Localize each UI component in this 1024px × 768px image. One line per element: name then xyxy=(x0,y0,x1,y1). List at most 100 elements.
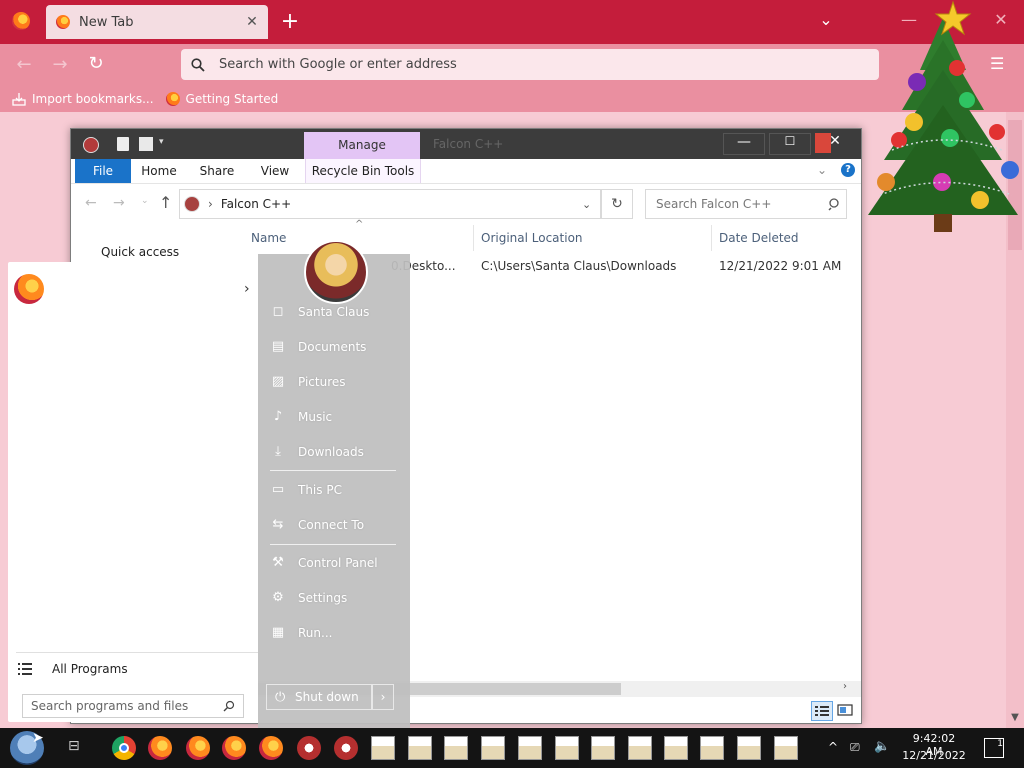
start-link-pictures[interactable]: ▨ Pictures xyxy=(270,370,346,394)
taskbar-app-icon[interactable] xyxy=(737,736,761,760)
control-panel-icon: ⚒ xyxy=(272,555,284,570)
taskbar-app-icon[interactable] xyxy=(371,736,395,760)
taskbar-firefox-icon[interactable] xyxy=(259,736,283,760)
up-one-level-button[interactable]: ↑ xyxy=(159,193,172,212)
jump-list-arrow-icon[interactable]: › xyxy=(244,281,258,297)
taskbar-firefox-icon[interactable] xyxy=(222,736,246,760)
taskbar-firefox-icon[interactable] xyxy=(186,736,210,760)
tab-close-icon[interactable]: ✕ xyxy=(242,14,262,30)
breadcrumb[interactable]: Falcon C++ xyxy=(221,197,582,211)
taskbar-falcon-icon[interactable] xyxy=(297,736,321,760)
falcon-app-icon[interactable] xyxy=(83,137,99,153)
explorer-back-button[interactable]: ← xyxy=(85,195,97,211)
breadcrumb-separator-icon[interactable]: › xyxy=(208,197,213,211)
explorer-minimize-button[interactable]: — xyxy=(723,133,765,155)
tab-home[interactable]: Home xyxy=(131,159,187,183)
all-programs-button[interactable]: All Programs xyxy=(14,657,258,681)
taskbar-app-icon[interactable] xyxy=(774,736,798,760)
reload-button[interactable]: ↻ xyxy=(84,53,108,75)
manage-context-tab[interactable]: Manage xyxy=(304,132,420,159)
shut-down-options-button[interactable]: › xyxy=(372,684,394,710)
column-header-date-deleted[interactable]: Date Deleted xyxy=(719,231,799,245)
start-link-downloads[interactable]: ⤓ Downloads xyxy=(270,440,364,464)
start-search-box[interactable] xyxy=(22,694,244,718)
start-link-user[interactable]: ◻ Santa Claus xyxy=(270,300,370,324)
clock-date[interactable]: 12/21/2022 xyxy=(900,749,968,762)
column-divider[interactable] xyxy=(473,225,474,251)
taskbar-app-icon[interactable] xyxy=(481,736,505,760)
mouse-cursor-icon: ➤ xyxy=(32,730,44,746)
search-icon[interactable] xyxy=(828,197,842,211)
shut-down-button[interactable]: ⏻ Shut down xyxy=(266,684,372,710)
browser-tab-new-tab[interactable]: New Tab ✕ xyxy=(46,5,268,39)
start-link-control-panel[interactable]: ⚒ Control Panel xyxy=(270,551,377,575)
show-hidden-icons-button[interactable]: ^ xyxy=(828,740,838,754)
taskbar-app-icon[interactable] xyxy=(628,736,652,760)
user-avatar[interactable] xyxy=(304,240,368,304)
taskbar-app-icon[interactable] xyxy=(664,736,688,760)
new-tab-button[interactable]: + xyxy=(278,9,302,35)
back-button[interactable]: ← xyxy=(12,54,36,76)
task-view-button[interactable]: ⊟ xyxy=(68,738,88,758)
notifications-icon[interactable]: 1 xyxy=(984,738,1004,758)
tab-view[interactable]: View xyxy=(247,159,303,183)
bookmark-import[interactable]: Import bookmarks... xyxy=(12,92,154,106)
taskbar-firefox-icon[interactable] xyxy=(148,736,172,760)
taskbar-app-icon[interactable] xyxy=(408,736,432,760)
start-link-documents[interactable]: ▤ Documents xyxy=(270,335,367,359)
forward-button[interactable]: → xyxy=(48,54,72,76)
list-all-tabs-button[interactable]: ⌄ xyxy=(815,10,837,32)
url-bar[interactable] xyxy=(181,49,879,80)
taskbar-app-icon[interactable] xyxy=(334,736,358,760)
start-link-music[interactable]: ♪ Music xyxy=(270,405,332,429)
firefox-logo-icon[interactable] xyxy=(12,12,30,30)
taskbar-chrome-icon[interactable] xyxy=(112,736,136,760)
explorer-maximize-button[interactable]: ☐ xyxy=(769,133,811,155)
taskbar-app-icon[interactable] xyxy=(591,736,615,760)
tab-file[interactable]: File xyxy=(75,159,131,183)
taskbar-app-icon[interactable] xyxy=(700,736,724,760)
properties-icon[interactable] xyxy=(117,137,129,151)
pinned-program-item[interactable]: › xyxy=(14,272,258,306)
taskbar-app-icon[interactable] xyxy=(518,736,542,760)
explorer-forward-button[interactable]: → xyxy=(113,195,125,211)
new-folder-icon[interactable] xyxy=(139,137,153,151)
taskbar-app-icon[interactable] xyxy=(444,736,468,760)
column-divider[interactable] xyxy=(711,225,712,251)
start-search-input[interactable] xyxy=(29,698,223,714)
bookmark-getting-started[interactable]: Getting Started xyxy=(165,92,278,106)
url-input[interactable] xyxy=(217,56,821,73)
pictures-icon: ▨ xyxy=(271,374,285,389)
computer-icon: ▭ xyxy=(271,482,285,497)
details-view-icon[interactable] xyxy=(811,701,833,721)
expand-ribbon-icon[interactable]: ⌄ xyxy=(817,163,827,177)
customize-toolbar-icon[interactable]: ▾ xyxy=(159,137,164,147)
network-icon[interactable]: ⎚ xyxy=(850,740,860,755)
link-label: Documents xyxy=(298,340,367,354)
explorer-search-input[interactable] xyxy=(654,196,828,212)
scroll-down-icon[interactable]: ▼ xyxy=(1008,712,1022,726)
explorer-close-button[interactable]: ✕ xyxy=(815,133,855,153)
music-icon: ♪ xyxy=(273,409,283,424)
start-link-settings[interactable]: ⚙ Settings xyxy=(270,586,347,610)
refresh-button[interactable]: ↻ xyxy=(601,189,633,219)
volume-icon[interactable]: 🔈 xyxy=(874,739,890,754)
help-icon[interactable]: ? xyxy=(841,163,855,177)
explorer-search-box[interactable] xyxy=(645,189,847,219)
tab-share[interactable]: Share xyxy=(189,159,245,183)
start-link-run[interactable]: ▦ Run... xyxy=(270,621,333,645)
scroll-right-icon[interactable]: › xyxy=(843,681,847,692)
column-header-name[interactable]: Name xyxy=(251,231,286,245)
recent-locations-icon[interactable]: ⌄ xyxy=(141,196,149,206)
start-menu: › All Programs ◻ Santa Claus ▤ Do xyxy=(0,240,410,728)
start-link-connect-to[interactable]: ⇆ Connect To xyxy=(270,513,365,537)
large-icons-view-icon[interactable] xyxy=(835,701,855,719)
start-link-this-pc[interactable]: ▭ This PC xyxy=(270,478,342,502)
address-dropdown-icon[interactable]: ⌄ xyxy=(582,198,600,211)
tab-recycle-bin-tools[interactable]: Recycle Bin Tools xyxy=(305,159,421,183)
column-header-original-location[interactable]: Original Location xyxy=(481,231,583,245)
address-bar[interactable]: › Falcon C++ ⌄ xyxy=(179,189,601,219)
christmas-tree-decoration xyxy=(868,0,1019,232)
start-menu-programs-panel: › All Programs xyxy=(8,262,258,722)
taskbar-app-icon[interactable] xyxy=(555,736,579,760)
